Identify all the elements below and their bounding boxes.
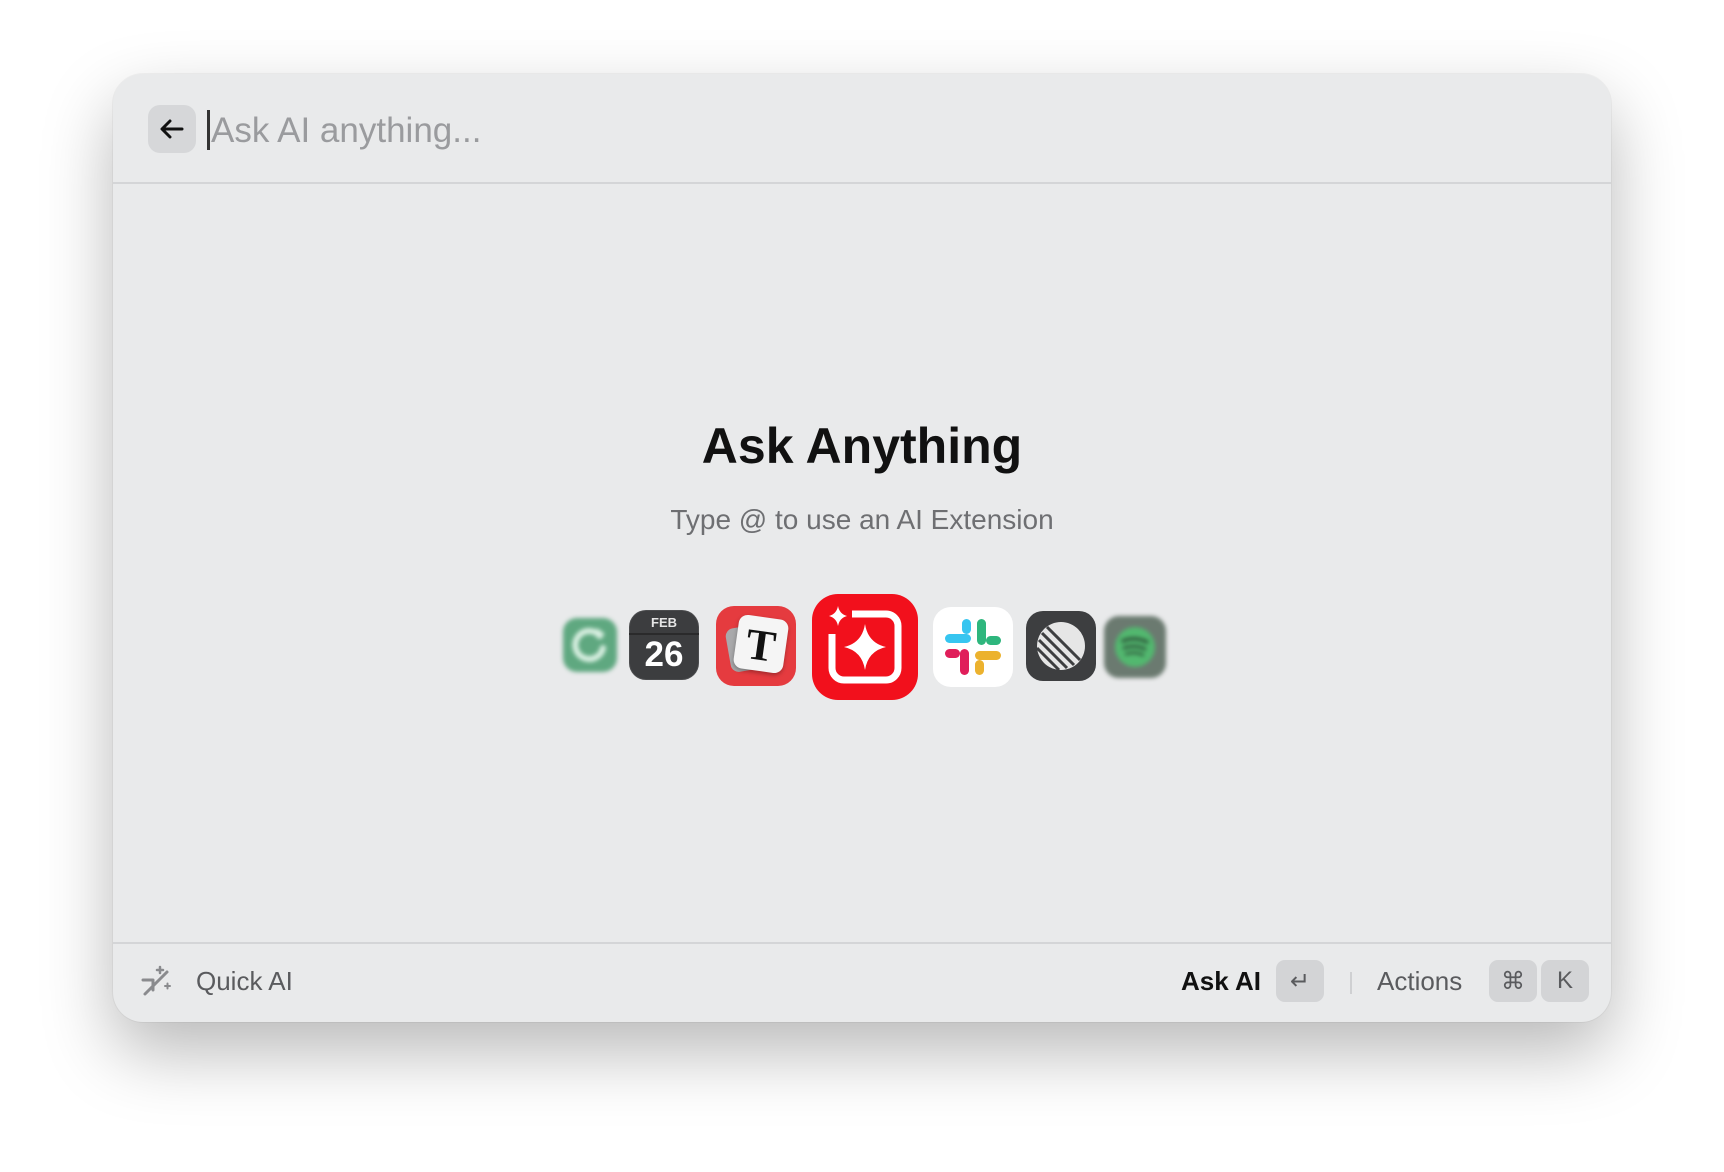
action-bar: Quick AI Ask AI ↵ Actions ⌘ K	[113, 942, 1611, 1022]
spotify-icon[interactable]	[1103, 615, 1167, 679]
back-button[interactable]	[148, 105, 196, 153]
typora-front-card: T	[732, 613, 790, 675]
calendar-day-label: 26	[644, 635, 684, 674]
arrow-left-icon	[160, 119, 184, 139]
quick-ai-label: Quick AI	[196, 966, 293, 996]
k-key-badge[interactable]: K	[1541, 960, 1589, 1002]
reminders-refresh-icon[interactable]	[561, 616, 619, 674]
enter-key-badge[interactable]: ↵	[1276, 960, 1324, 1002]
quick-ai-icon	[141, 965, 171, 996]
ask-ai-button[interactable]: Ask AI	[1181, 966, 1261, 997]
typora-glyph: T	[742, 619, 779, 672]
calendar-month-label: FEB	[651, 615, 677, 630]
raycast-ai-icon[interactable]	[810, 592, 920, 702]
page-title: Ask Anything	[701, 418, 1023, 474]
ask-ai-input[interactable]	[209, 102, 1213, 160]
slack-icon[interactable]	[933, 607, 1013, 687]
linear-icon[interactable]	[1025, 610, 1097, 682]
search-bar	[113, 74, 1611, 184]
quick-ai-window: Ask Anything Type @ to use an AI Extensi…	[113, 74, 1611, 1022]
typora-icon[interactable]: T	[716, 606, 796, 686]
page-subtitle: Type @ to use an AI Extension	[670, 504, 1054, 535]
ai-extension-icons: FEB 26 T	[113, 574, 1611, 700]
calendar-icon[interactable]: FEB 26	[629, 610, 699, 680]
actions-button[interactable]: Actions	[1377, 966, 1462, 997]
command-key-badge[interactable]: ⌘	[1489, 960, 1537, 1002]
footer-separator	[1350, 972, 1352, 994]
